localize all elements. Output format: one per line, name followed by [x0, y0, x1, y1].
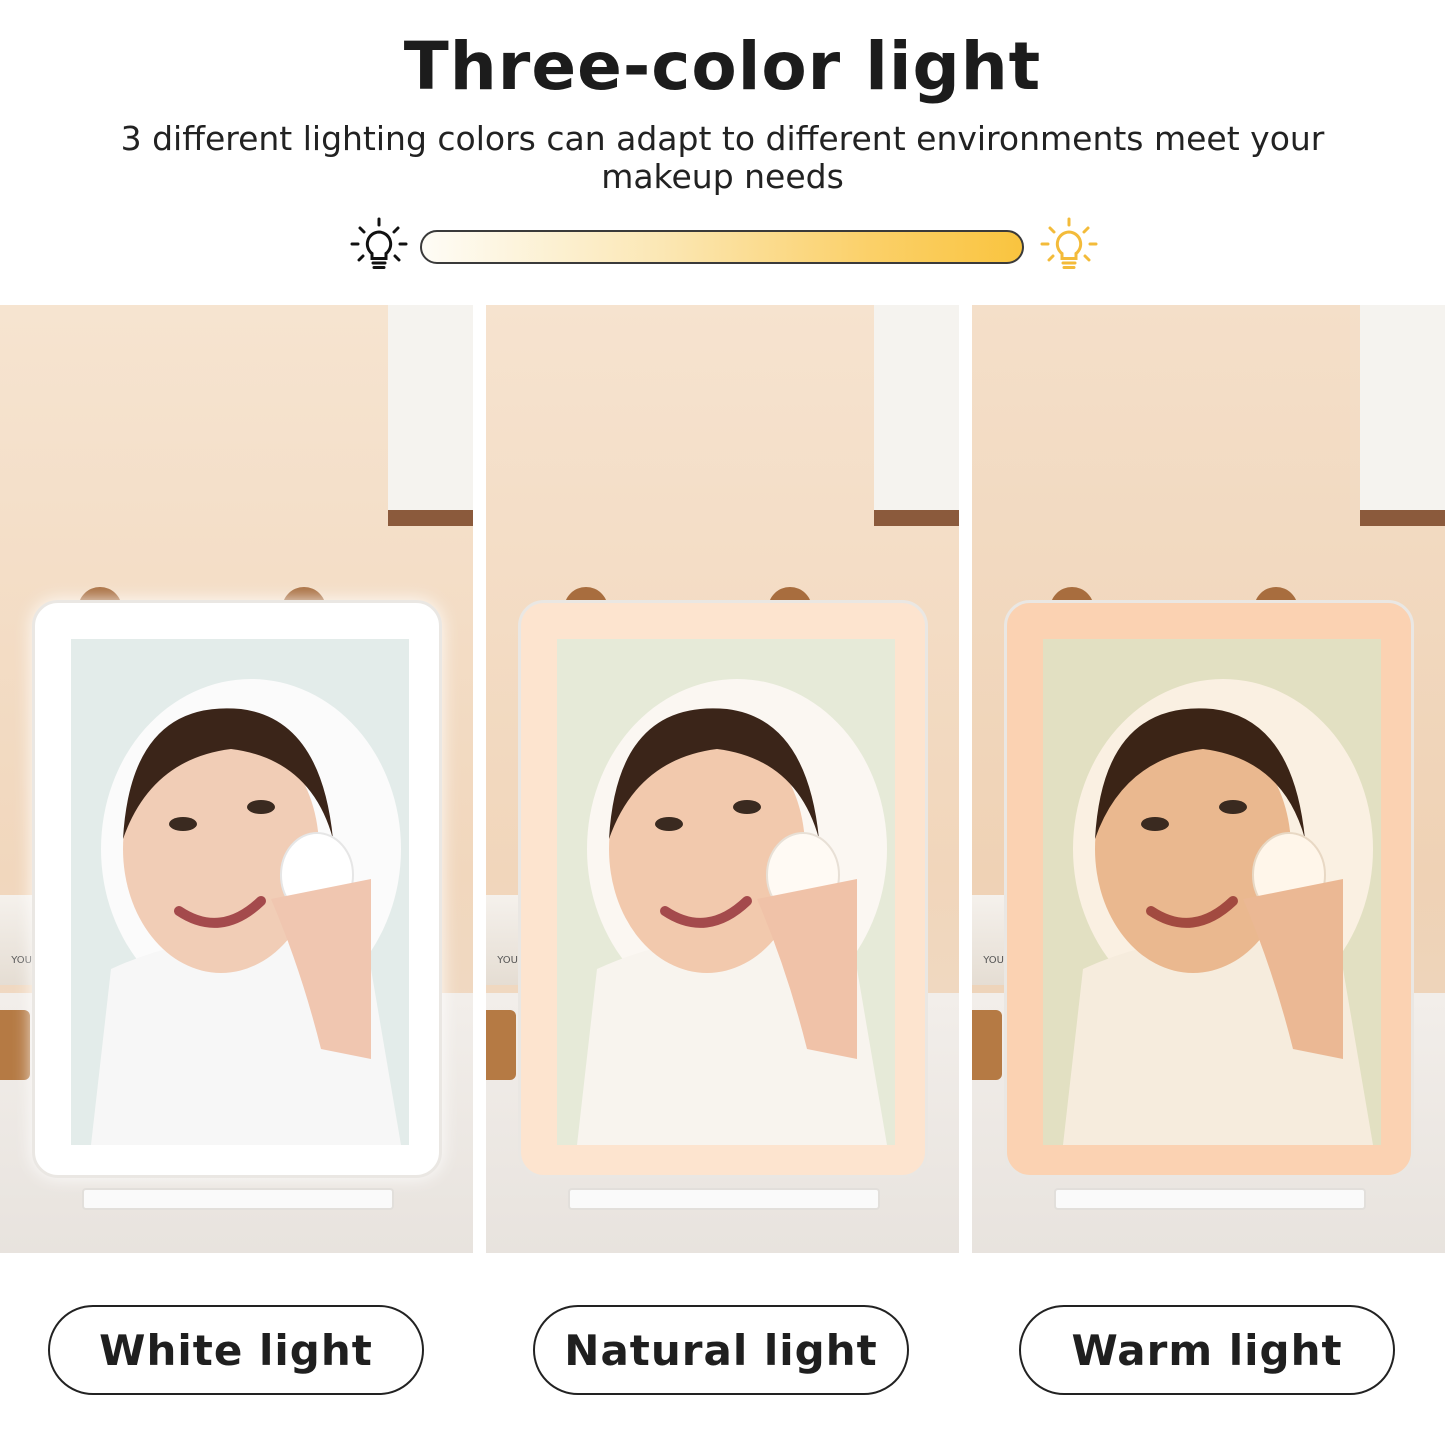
makeup-mirror — [1004, 600, 1414, 1178]
makeup-mirror — [518, 600, 928, 1178]
photo-panel-warm: YOU — [972, 305, 1445, 1253]
makeup-mirror — [32, 600, 442, 1178]
wooden-tray — [486, 1010, 516, 1080]
wall-frame — [388, 305, 473, 526]
page-title: Three-color light — [403, 28, 1042, 105]
jar-label: YOU — [983, 955, 1004, 966]
wall-frame — [874, 305, 959, 526]
wall-frame — [1360, 305, 1445, 526]
mirror-reflection — [71, 639, 409, 1145]
lightbulb-outline-yellow-icon — [1040, 217, 1098, 269]
mirror-stand — [1054, 1188, 1366, 1210]
lightbulb-outline-black-icon — [350, 217, 408, 269]
mirror-stand — [82, 1188, 394, 1210]
label-white-light: White light — [48, 1305, 424, 1395]
wooden-tray — [972, 1010, 1002, 1080]
mirror-reflection — [557, 639, 895, 1145]
woman-reflection-illustration — [71, 639, 409, 1145]
woman-reflection-illustration — [1043, 639, 1381, 1145]
mirror-reflection — [1043, 639, 1381, 1145]
jar-label: YOU — [497, 955, 518, 966]
mirror-stand — [568, 1188, 880, 1210]
photo-panel-white: YOU — [0, 305, 473, 1253]
woman-reflection-illustration — [557, 639, 895, 1145]
jar-label: YOU — [11, 955, 32, 966]
page-subtitle: 3 different lighting colors can adapt to… — [120, 119, 1325, 196]
label-warm-light: Warm light — [1019, 1305, 1395, 1395]
photo-panel-natural: YOU — [486, 305, 959, 1253]
label-natural-light: Natural light — [533, 1305, 909, 1395]
wooden-tray — [0, 1010, 30, 1080]
color-temperature-bar — [420, 230, 1024, 264]
